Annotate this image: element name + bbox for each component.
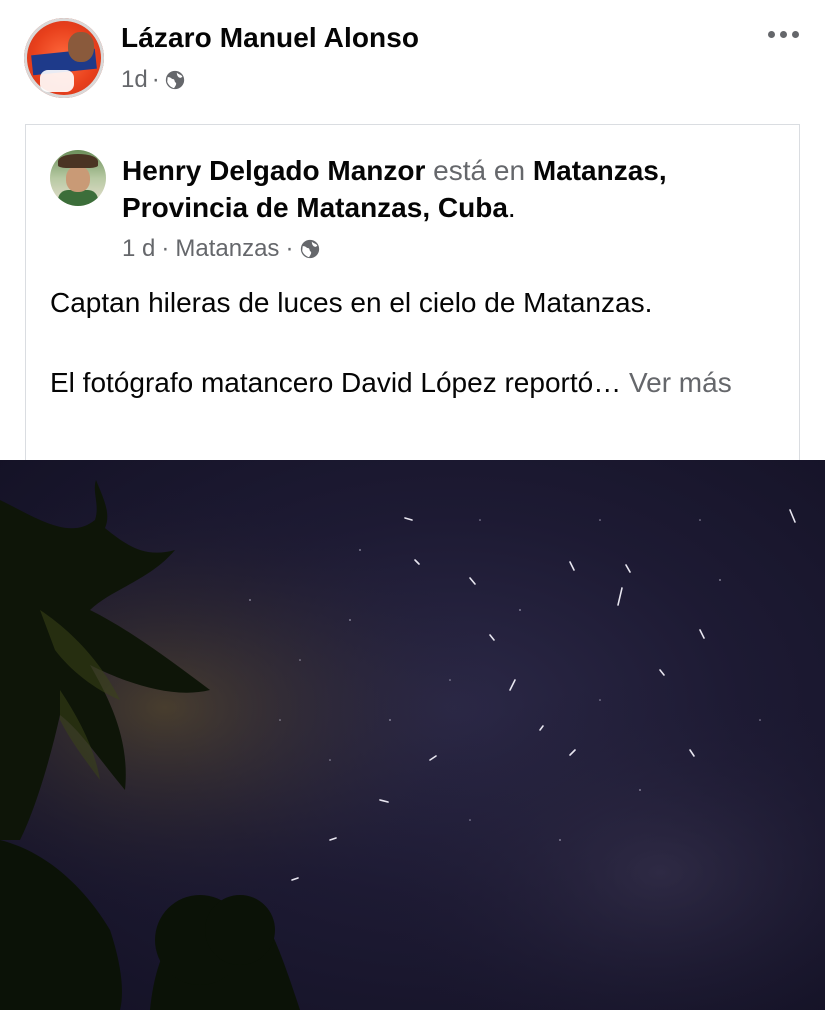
avatar-handshake: [40, 70, 74, 92]
globe-icon: [301, 239, 320, 259]
shared-author-name[interactable]: Henry Delgado Manzor: [122, 155, 425, 186]
avatar-face: [66, 166, 90, 192]
post-time[interactable]: 1d: [121, 66, 148, 94]
post-meta: 1d ·: [121, 66, 186, 94]
meta-separator: ·: [161, 235, 170, 262]
dot-icon: [767, 30, 775, 38]
avatar-shirt: [58, 190, 98, 206]
post-text-excerpt: El fotógrafo matancero David López repor…: [50, 367, 622, 398]
shared-place[interactable]: Matanzas: [175, 235, 279, 263]
title-period: .: [507, 192, 516, 223]
dot-icon: [791, 30, 799, 38]
more-options-icon[interactable]: [765, 24, 801, 44]
checkin-location-1[interactable]: Matanzas,: [533, 155, 667, 186]
meta-separator: ·: [151, 66, 160, 93]
checkin-verb: está en: [433, 155, 526, 186]
avatar-hat: [58, 154, 98, 168]
divider: [0, 1010, 825, 1023]
post-header: Lázaro Manuel Alonso 1d ·: [0, 0, 825, 110]
shared-post-title: Henry Delgado Manzor está en Matanzas, P…: [122, 152, 762, 226]
dot-icon: [779, 30, 787, 38]
shared-post-card[interactable]: Henry Delgado Manzor está en Matanzas, P…: [25, 124, 800, 460]
see-more-link[interactable]: Ver más: [629, 367, 732, 398]
post-text-line-2: El fotógrafo matancero David López repor…: [50, 363, 770, 403]
post-photo[interactable]: [0, 460, 825, 1010]
night-sky-photo: [0, 460, 825, 1010]
shared-author-avatar[interactable]: [50, 150, 106, 206]
shared-time[interactable]: 1 d: [122, 235, 155, 263]
globe-icon: [165, 70, 184, 90]
author-avatar[interactable]: [24, 18, 104, 98]
meta-separator: ·: [285, 235, 294, 262]
shared-post-meta: 1 d · Matanzas ·: [122, 235, 321, 263]
post-body: Captan hileras de luces en el cielo de M…: [50, 283, 770, 403]
author-name[interactable]: Lázaro Manuel Alonso: [121, 22, 419, 54]
avatar-face: [68, 32, 94, 62]
post-text-line-1: Captan hileras de luces en el cielo de M…: [50, 287, 653, 318]
checkin-location-2[interactable]: Provincia de Matanzas, Cuba: [122, 192, 508, 223]
